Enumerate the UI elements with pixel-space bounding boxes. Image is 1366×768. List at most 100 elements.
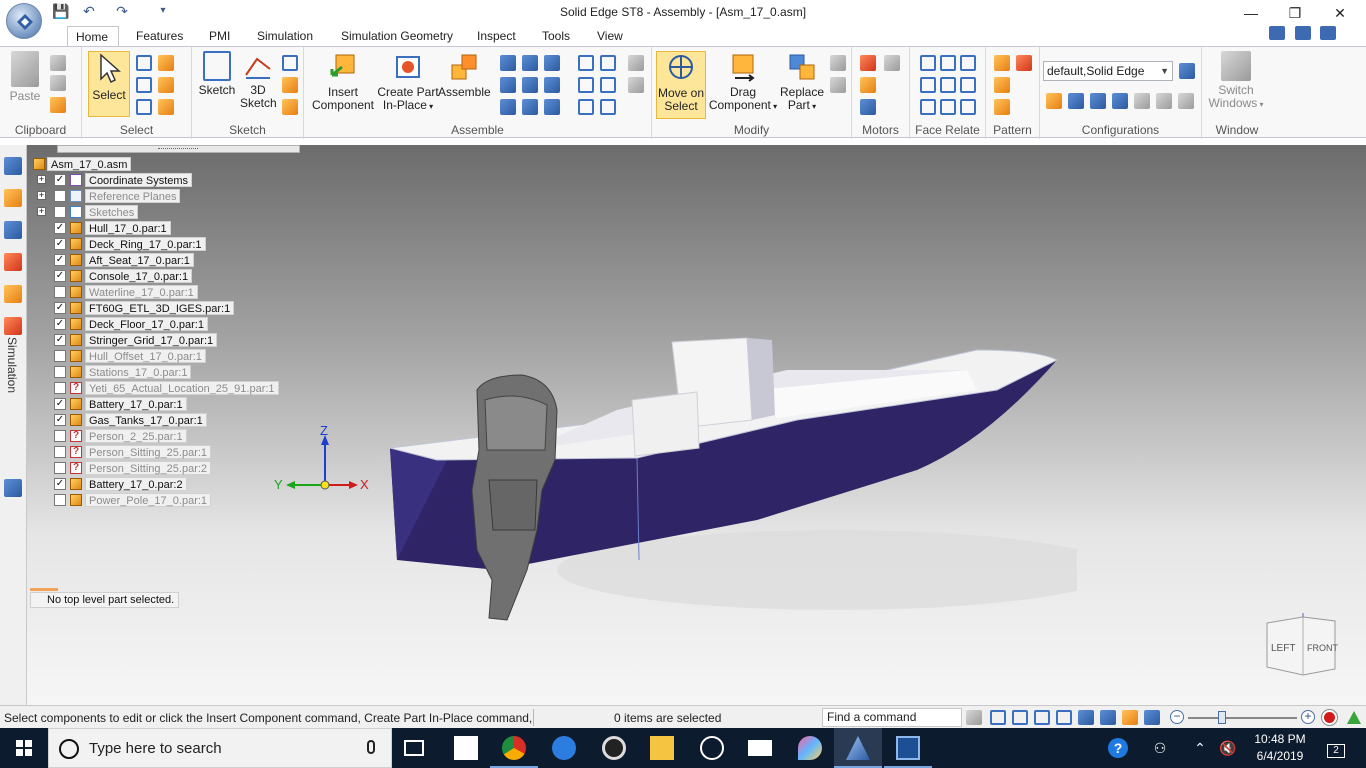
face-relate-icon-9[interactable] — [960, 99, 976, 115]
people-icon[interactable]: ⚇ — [1150, 738, 1170, 758]
list-icon[interactable] — [1294, 26, 1311, 40]
face-relate-icon-5[interactable] — [940, 77, 956, 93]
tree-item-label[interactable]: Hull_Offset_17_0.par:1 — [85, 349, 206, 363]
motor-tool-icon[interactable] — [860, 77, 876, 93]
config-tool-4-icon[interactable] — [1112, 93, 1128, 109]
duplicate-components-icon[interactable] — [994, 99, 1010, 115]
drag-component-button[interactable]: Drag Component ▾ — [708, 51, 778, 113]
tab-simulation[interactable]: Simulation — [249, 26, 321, 46]
tree-item-label[interactable]: Person_Sitting_25.par:1 — [85, 445, 212, 459]
relationship-icon-7[interactable] — [500, 99, 516, 115]
tree-item-label[interactable]: Deck_Floor_17_0.par:1 — [85, 317, 208, 331]
sketch-button[interactable]: Sketch — [198, 51, 236, 97]
tree-item-label[interactable]: Stringer_Grid_17_0.par:1 — [85, 333, 218, 347]
cut-icon[interactable] — [50, 55, 66, 71]
graphics-viewport[interactable]: Asm_17_0.asm + ✓ Coordinate Systems + Referen… — [27, 145, 1366, 705]
simulation-tab-label[interactable]: Simulation — [5, 337, 19, 393]
config-tool-2-icon[interactable] — [1068, 93, 1084, 109]
relationship-icon-10[interactable] — [578, 55, 594, 71]
tree-item-label[interactable]: Sketches — [85, 205, 139, 219]
3d-sketch-button[interactable]: 3D Sketch — [240, 51, 277, 110]
help-list-icon[interactable] — [1320, 26, 1336, 40]
tree-item-label[interactable]: Power_Pole_17_0.par:1 — [85, 493, 212, 507]
visibility-checkbox[interactable] — [54, 350, 66, 362]
relationship-icon-2[interactable] — [522, 55, 538, 71]
visibility-checkbox[interactable]: ✓ — [54, 398, 66, 410]
select-box-icon[interactable] — [136, 55, 152, 71]
expand-icon[interactable]: + — [37, 191, 46, 200]
paste-button[interactable]: Paste — [6, 51, 44, 103]
select-tools-tab-icon[interactable] — [4, 285, 22, 303]
notifications-icon[interactable]: 2 — [1324, 738, 1348, 758]
tag-icon[interactable] — [1269, 26, 1286, 40]
relationship-icon-15[interactable] — [600, 99, 616, 115]
tree-item-label[interactable]: Aft_Seat_17_0.par:1 — [85, 253, 194, 267]
config-tool-6-icon[interactable] — [1156, 93, 1172, 109]
tree-item-label[interactable]: Gas_Tanks_17_0.par:1 — [85, 413, 207, 427]
face-relate-icon-8[interactable] — [940, 99, 956, 115]
face-relate-icon-3[interactable] — [960, 55, 976, 71]
zoom-out-icon[interactable]: − — [1170, 710, 1184, 724]
parts-library-tab-icon[interactable] — [4, 189, 22, 207]
replace-part-button[interactable]: Replace Part ▾ — [776, 51, 828, 113]
visibility-checkbox[interactable]: ✓ — [54, 222, 66, 234]
redo-view-icon[interactable] — [966, 710, 982, 725]
relationship-icon-11[interactable] — [600, 55, 616, 71]
config-tool-1-icon[interactable] — [1046, 93, 1062, 109]
chevron-up-icon[interactable]: ⌃ — [1190, 738, 1210, 758]
tree-item-label[interactable]: Waterline_17_0.par:1 — [85, 285, 198, 299]
visibility-checkbox[interactable] — [54, 462, 66, 474]
move-on-select-button[interactable]: Move on Select — [656, 51, 706, 119]
tab-features[interactable]: Features — [128, 26, 191, 46]
visibility-checkbox[interactable] — [54, 286, 66, 298]
pathfinder-tab-icon[interactable] — [4, 157, 22, 175]
visibility-checkbox[interactable]: ✓ — [54, 414, 66, 426]
tree-item-label[interactable]: Console_17_0.par:1 — [85, 269, 193, 283]
tree-item-label[interactable]: Battery_17_0.par:2 — [85, 477, 187, 491]
tab-view[interactable]: View — [589, 26, 631, 46]
zoom-slider-thumb[interactable] — [1218, 711, 1226, 724]
taskbar-search-box[interactable]: Type here to search — [48, 728, 392, 768]
view-cube-left-label[interactable]: LEFT — [1271, 643, 1295, 654]
select-button[interactable]: Select — [88, 51, 130, 117]
boat-assembly-model[interactable] — [377, 330, 1077, 640]
help-tray-icon[interactable]: ? — [1108, 738, 1128, 758]
simulate-motor-icon[interactable] — [884, 55, 900, 71]
pattern-along-curve-icon[interactable] — [1016, 55, 1032, 71]
paint-app[interactable] — [786, 728, 834, 768]
face-relate-icon-7[interactable] — [920, 99, 936, 115]
face-relate-icon-2[interactable] — [940, 55, 956, 71]
record-icon[interactable] — [1322, 710, 1337, 725]
visibility-checkbox[interactable] — [54, 366, 66, 378]
stop-icon[interactable] — [1346, 710, 1362, 725]
file-explorer-app[interactable] — [638, 728, 686, 768]
mirror-components-icon[interactable] — [994, 77, 1010, 93]
visibility-checkbox[interactable]: ✓ — [54, 318, 66, 330]
edge-app[interactable] — [540, 728, 588, 768]
zoom-icon[interactable] — [1012, 710, 1028, 725]
sketch-tool-1-icon[interactable] — [282, 55, 298, 71]
view-style-icon[interactable] — [1122, 710, 1138, 725]
visibility-checkbox[interactable]: ✓ — [54, 478, 66, 490]
sketch-view-icon[interactable] — [1100, 710, 1116, 725]
visibility-checkbox[interactable]: ✓ — [54, 254, 66, 266]
visibility-checkbox[interactable] — [54, 206, 66, 218]
tree-root-label[interactable]: Asm_17_0.asm — [47, 157, 132, 171]
visibility-checkbox[interactable] — [54, 190, 66, 202]
microphone-icon[interactable] — [367, 740, 375, 754]
assemble-button[interactable]: Assemble — [438, 51, 491, 99]
tree-item-label[interactable]: Stations_17_0.par:1 — [85, 365, 192, 379]
visibility-checkbox[interactable] — [54, 382, 66, 394]
visibility-checkbox[interactable]: ✓ — [54, 238, 66, 250]
hp-app[interactable] — [688, 728, 736, 768]
task-view-button[interactable] — [392, 728, 440, 768]
create-part-in-place-button[interactable]: Create Part In-Place ▾ — [376, 51, 440, 113]
tab-pmi[interactable]: PMI — [201, 26, 238, 46]
volume-muted-icon[interactable]: 🔇 — [1218, 738, 1238, 758]
face-relate-icon-4[interactable] — [920, 77, 936, 93]
relationship-icon-3[interactable] — [544, 55, 560, 71]
visibility-checkbox[interactable] — [54, 494, 66, 506]
zoom-area-icon[interactable] — [990, 710, 1006, 725]
aft-seat[interactable] — [631, 391, 700, 457]
tree-item-label[interactable]: Deck_Ring_17_0.par:1 — [85, 237, 206, 251]
